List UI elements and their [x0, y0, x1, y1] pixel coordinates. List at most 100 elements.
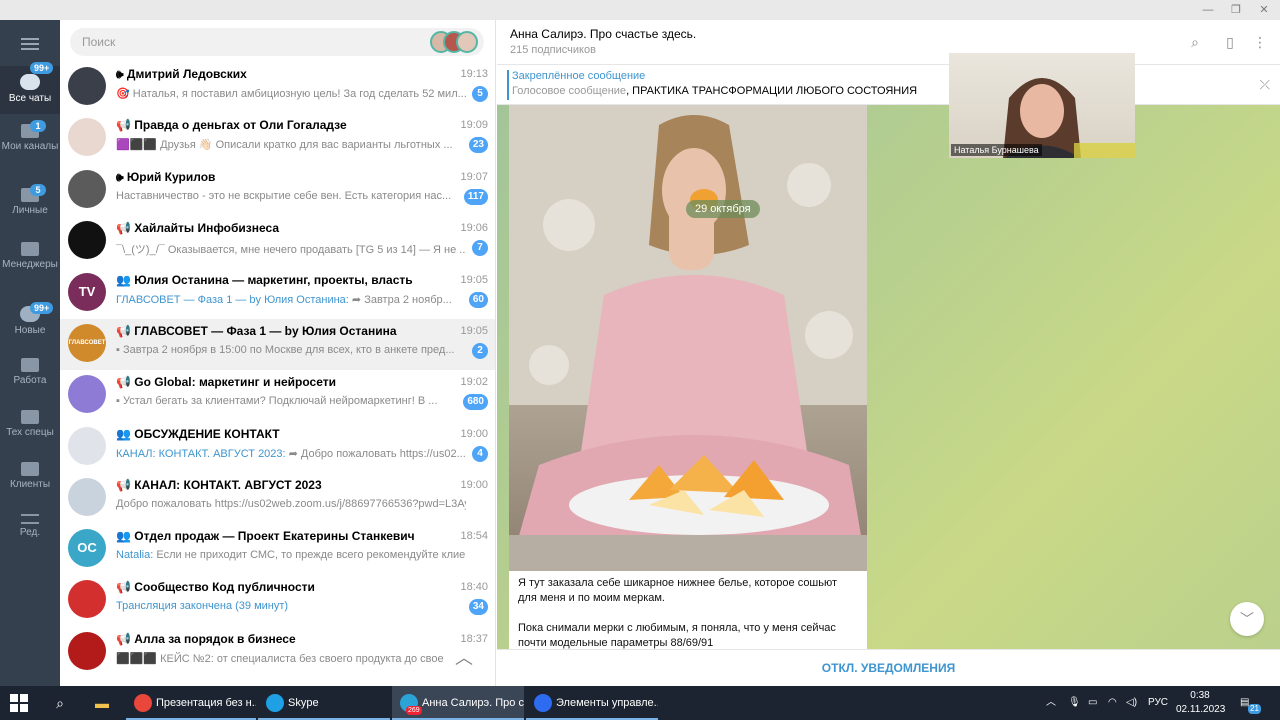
- chat-time: 19:13: [460, 68, 488, 80]
- folder-badge: 1: [30, 120, 46, 132]
- chat-list-item[interactable]: 👥 ОБСУЖДЕНИЕ КОНТАКТ 19:00 КАНАЛ: КОНТАКТ.…: [60, 422, 495, 473]
- avatar: [68, 580, 106, 618]
- avatar: ОС: [68, 529, 106, 567]
- message-paragraph: Я тут заказала себе шикарное нижнее бель…: [518, 577, 838, 604]
- chat-list-item[interactable]: 📢 Алла за порядок в бизнесе 18:37 ⬛⬛⬛ КЕЙС…: [60, 627, 495, 678]
- scroll-up-icon[interactable]: ︿: [452, 646, 476, 670]
- search-input[interactable]: Поиск: [70, 28, 484, 56]
- folder-edit[interactable]: Ред.: [0, 514, 60, 554]
- chat-preview: ▪ Устал бегать за клиентами? Подключай н…: [116, 395, 466, 407]
- message-photo[interactable]: 29 октября: [509, 105, 867, 571]
- preview-sender: Трансляция закончена (39 минут): [116, 600, 289, 612]
- search-icon[interactable]: ⌕: [49, 692, 71, 714]
- avatar: [68, 118, 106, 156]
- chat-time: 19:07: [460, 171, 488, 183]
- folder-label: Ред.: [19, 527, 41, 538]
- search-placeholder: Поиск: [82, 35, 116, 49]
- channel-title[interactable]: Анна Салирэ. Про счастье здесь.: [510, 27, 696, 41]
- pinned-accent-bar: [507, 70, 509, 100]
- mute-notifications-button[interactable]: ОТКЛ. УВЕДОМЛЕНИЯ: [497, 649, 1280, 686]
- taskbar-app-label: Презентация без н...: [156, 697, 256, 709]
- avatar: [456, 31, 478, 53]
- folder-new[interactable]: 99+ Новые: [0, 302, 60, 346]
- chat-list-item[interactable]: 🕪 Юрий Курилов 19:07 Наставничество - это …: [60, 165, 495, 216]
- preview-text: ➦ Добро пожаловать https://us02...: [285, 448, 466, 460]
- pinned-text: Голосовое сообщение, ПРАКТИКА ТРАНСФОРМА…: [512, 85, 917, 97]
- chat-list-item[interactable]: ГЛАВСОВЕТ 📢 ГЛАВСОВЕТ — Фаза 1 — by Юлия …: [60, 319, 495, 370]
- chat-list-item[interactable]: 🕪 Дмитрий Ледовских 19:13 🎯 Наталья, я пос…: [60, 62, 495, 113]
- more-menu-icon[interactable]: ⋮: [1252, 34, 1268, 50]
- wifi-icon[interactable]: ◠: [1108, 686, 1117, 720]
- taskbar-app-skype[interactable]: Skype: [258, 686, 390, 720]
- tray-chevron-icon[interactable]: ︿: [1046, 686, 1056, 720]
- chat-time: 19:00: [460, 428, 488, 440]
- notifications-icon[interactable]: ▤ 21: [1240, 686, 1261, 720]
- folder-clients[interactable]: Клиенты: [0, 462, 60, 502]
- folder-label: Все чаты: [8, 93, 52, 104]
- avatar: [68, 67, 106, 105]
- volume-icon[interactable]: ◁): [1126, 686, 1137, 720]
- taskbar-app-chrome[interactable]: Презентация без н...: [126, 686, 256, 720]
- participant-video: [1003, 78, 1135, 158]
- avatar: [68, 427, 106, 465]
- chat-name: 👥 Отдел продаж — Проект Екатерины Станке…: [116, 529, 415, 543]
- taskbar-app-zoom[interactable]: Элементы управле...: [526, 686, 658, 720]
- chat-preview: ▪ Завтра 2 ноября в 15:00 по Москве для …: [116, 344, 466, 356]
- file-explorer-icon[interactable]: ▬: [91, 692, 113, 714]
- chat-name: 🕪 Юрий Курилов: [116, 170, 216, 184]
- microphone-icon[interactable]: 🎙: [1068, 686, 1081, 720]
- scroll-down-button[interactable]: ﹀: [1230, 602, 1264, 636]
- story-avatars[interactable]: [430, 31, 480, 53]
- chat-list-item[interactable]: 📢 КАНАЛ: КОНТАКТ. АВГУСТ 2023 19:00 Добро …: [60, 473, 495, 524]
- menu-icon[interactable]: [21, 38, 39, 50]
- chat-name: 📢 КАНАЛ: КОНТАКТ. АВГУСТ 2023: [116, 478, 322, 492]
- chat-list-item[interactable]: 📢 Сообщество Код публичности 18:40 Трансля…: [60, 575, 495, 626]
- chat-name: 👥 Юлия Останина — маркетинг, проекты, вл…: [116, 273, 413, 287]
- pinned-title: , ПРАКТИКА ТРАНСФОРМАЦИИ ЛЮБОГО СОСТОЯНИ…: [626, 85, 918, 97]
- pinned-label: Закреплённое сообщение: [512, 70, 646, 82]
- zoom-video-overlay[interactable]: Наталья Бурнашева: [949, 53, 1135, 158]
- preview-text: ▪ Завтра 2 ноября в 15:00 по Москве для …: [116, 344, 455, 356]
- folder-all-chats[interactable]: 99+ Все чаты: [0, 62, 60, 114]
- folder-managers[interactable]: Менеджеры: [0, 242, 60, 294]
- unread-badge: 23: [468, 137, 488, 153]
- conversation-header[interactable]: Анна Салирэ. Про счастье здесь. 215 подп…: [497, 20, 1280, 65]
- folder-badge: 99+: [30, 302, 54, 314]
- sidebar-toggle-icon[interactable]: ▯: [1222, 34, 1238, 50]
- folder-my-channels[interactable]: 1 Мои каналы: [0, 120, 60, 176]
- chat-list-item[interactable]: 📢 Правда о деньгах от Оли Гогаладзе 19:09…: [60, 113, 495, 164]
- unread-badge: 5: [472, 86, 488, 102]
- folder-icon: [21, 410, 39, 424]
- chat-list-item[interactable]: 📢 Go Global: маркетинг и нейросети 19:02 ▪…: [60, 370, 495, 421]
- folder-badge: 5: [30, 184, 46, 196]
- preview-sender: Natalia:: [116, 549, 154, 561]
- chat-list-item[interactable]: 📢 Хайлайты Инфобизнеса 19:06 ¯\_(ツ)_/¯ Ока…: [60, 216, 495, 267]
- chat-preview: ⬛⬛⬛ КЕЙС №2: от специалиста без своего п…: [116, 652, 466, 665]
- folder-tech[interactable]: Тех спецы: [0, 410, 60, 450]
- unread-badge: 2: [472, 343, 488, 359]
- folder-personal[interactable]: 5 Личные: [0, 184, 60, 228]
- pinned-message[interactable]: Закреплённое сообщение Голосовое сообщен…: [497, 65, 1280, 105]
- preview-text: ⬛⬛⬛ КЕЙС №2: от специалиста без своего п…: [116, 653, 444, 665]
- close-button[interactable]: ✕: [1250, 2, 1278, 18]
- search-icon[interactable]: ⌕: [1187, 34, 1203, 50]
- chat-time: 18:54: [460, 530, 488, 542]
- taskbar-app-telegram[interactable]: 269 Анна Салирэ. Про с...: [392, 686, 524, 720]
- language-indicator[interactable]: РУС: [1148, 686, 1168, 720]
- taskbar-app-label: Анна Салирэ. Про с...: [422, 697, 524, 709]
- folder-work[interactable]: Работа: [0, 358, 60, 398]
- chat-time: 19:00: [460, 479, 488, 491]
- clock[interactable]: 0:38 02.11.2023: [1176, 689, 1225, 717]
- chat-time: 19:09: [460, 119, 488, 131]
- pin-list-icon[interactable]: ⤫: [1260, 77, 1270, 93]
- minimize-button[interactable]: —: [1194, 2, 1222, 18]
- preview-text: Если не приходит СМС, то прежде всего ре…: [153, 549, 466, 561]
- skype-icon: [266, 694, 284, 712]
- chat-list-item[interactable]: ОС 👥 Отдел продаж — Проект Екатерины Стан…: [60, 524, 495, 575]
- windows-start-icon[interactable]: [10, 694, 28, 712]
- avatar: [68, 170, 106, 208]
- battery-icon[interactable]: ▭: [1088, 686, 1097, 720]
- chat-list: Поиск 🕪 Дмитрий Ледовских 19:13 🎯 Наталья,…: [60, 20, 496, 686]
- restore-button[interactable]: ❐: [1222, 2, 1250, 18]
- chat-list-item[interactable]: TV 👥 Юлия Останина — маркетинг, проекты, …: [60, 268, 495, 319]
